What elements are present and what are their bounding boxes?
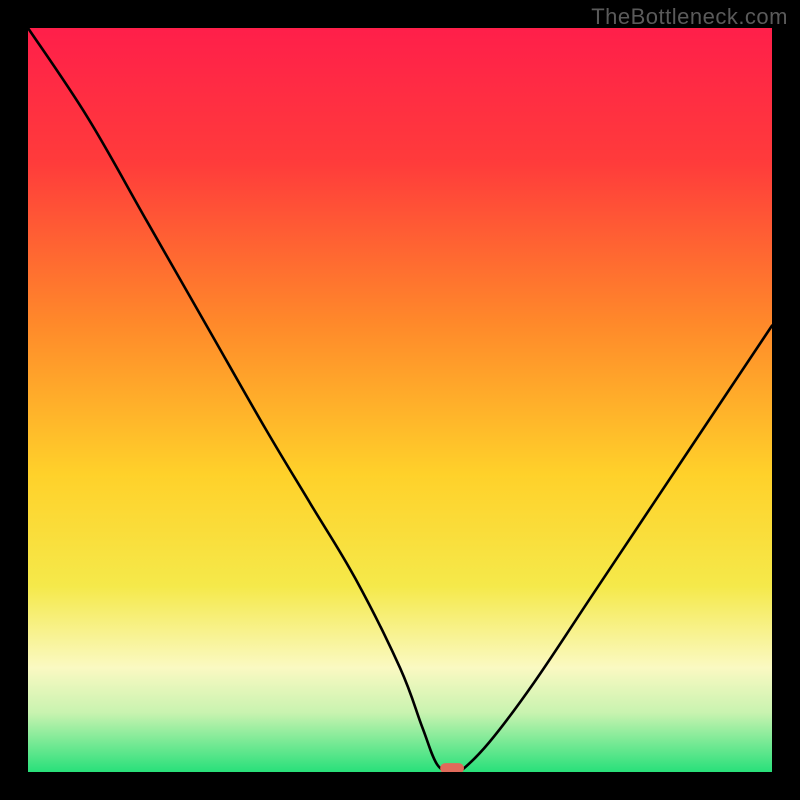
plot-svg [28,28,772,772]
bottleneck-plot [28,28,772,772]
chart-frame: TheBottleneck.com [0,0,800,800]
watermark-text: TheBottleneck.com [591,4,788,30]
gradient-background [28,28,772,772]
optimal-marker [440,763,464,772]
